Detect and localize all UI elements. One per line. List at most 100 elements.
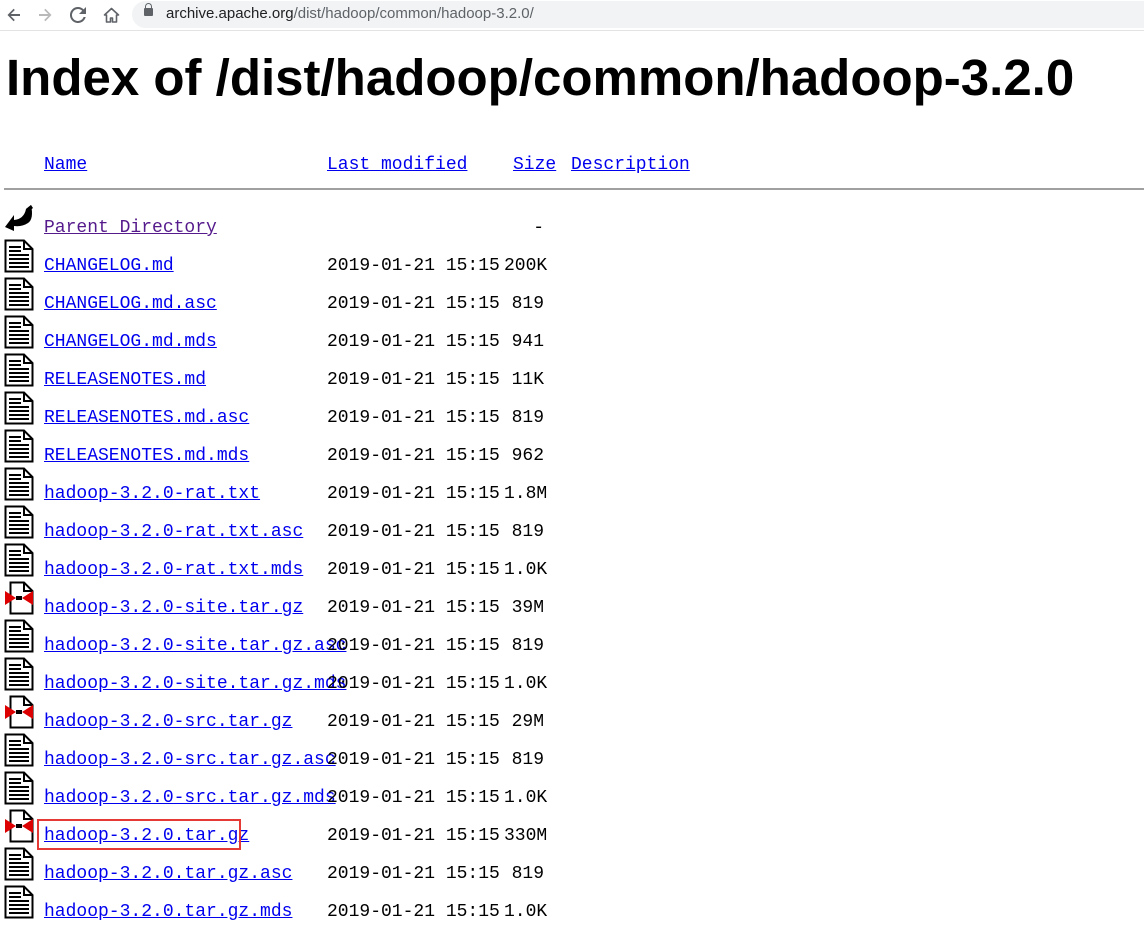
last-modified-cell: 2019-01-21 15:15 (327, 560, 500, 580)
last-modified-cell: 2019-01-21 15:15 (327, 674, 500, 694)
reload-icon[interactable] (66, 3, 90, 27)
last-modified-cell: 2019-01-21 15:15 (327, 446, 500, 466)
text-file-icon (4, 733, 34, 767)
text-file-icon (4, 315, 34, 349)
last-modified-cell: 2019-01-21 15:15 (327, 712, 500, 732)
file-link[interactable]: RELEASENOTES.md (44, 370, 206, 390)
archive-file-icon (4, 581, 34, 615)
size-cell: 1.0K (504, 674, 548, 694)
size-cell: 1.0K (504, 560, 548, 580)
last-modified-cell: 2019-01-21 15:15 (327, 826, 500, 846)
home-icon[interactable] (99, 3, 123, 27)
sort-by-size-link[interactable]: Size (513, 155, 556, 175)
size-cell: 962 (511, 446, 544, 466)
file-link[interactable]: CHANGELOG.md (44, 256, 174, 276)
text-file-icon (4, 885, 34, 919)
table-row: hadoop-3.2.0.tar.gz 2019-01-21 15:15 330M (0, 809, 700, 855)
text-file-icon (4, 429, 34, 463)
table-row: hadoop-3.2.0.tar.gz.mds 2019-01-21 15:15 1… (0, 885, 700, 931)
size-cell: 1.8M (504, 484, 548, 504)
text-file-icon (4, 467, 34, 501)
last-modified-cell: 2019-01-21 15:15 (327, 484, 500, 504)
table-row: CHANGELOG.md.mds 2019-01-21 15:15 941 (0, 315, 700, 361)
address-bar[interactable]: archive.apache.org/dist/hadoop/common/ha… (132, 1, 1144, 28)
sort-by-description-link[interactable]: Description (571, 155, 690, 175)
table-row: hadoop-3.2.0-src.tar.gz 2019-01-21 15:15 2… (0, 695, 700, 741)
file-link[interactable]: hadoop-3.2.0-rat.txt.mds (44, 560, 303, 580)
file-link[interactable]: hadoop-3.2.0.tar.gz (44, 826, 249, 846)
table-row: hadoop-3.2.0-rat.txt 2019-01-21 15:15 1.8M (0, 467, 700, 513)
url-text: archive.apache.org/dist/hadoop/common/ha… (166, 5, 534, 22)
size-cell: 819 (511, 864, 544, 884)
text-file-icon (4, 391, 34, 425)
file-link[interactable]: hadoop-3.2.0-rat.txt (44, 484, 260, 504)
size-cell: 819 (511, 522, 544, 542)
file-link[interactable]: hadoop-3.2.0-src.tar.gz.mds (44, 788, 336, 808)
sort-by-name-link[interactable]: Name (44, 155, 87, 175)
table-row: CHANGELOG.md.asc 2019-01-21 15:15 819 (0, 277, 700, 323)
last-modified-cell: 2019-01-21 15:15 (327, 332, 500, 352)
file-link[interactable]: hadoop-3.2.0-site.tar.gz (44, 598, 303, 618)
table-header: Name Last modified Size Description (0, 155, 1144, 181)
table-row: hadoop-3.2.0.tar.gz.asc 2019-01-21 15:15 8… (0, 847, 700, 893)
size-cell: 11K (511, 370, 544, 390)
text-file-icon (4, 505, 34, 539)
file-link[interactable]: hadoop-3.2.0-site.tar.gz.asc (44, 636, 346, 656)
parent-directory-link[interactable]: Parent Directory (44, 218, 217, 238)
table-row: RELEASENOTES.md.asc 2019-01-21 15:15 819 (0, 391, 700, 437)
last-modified-cell: 2019-01-21 15:15 (327, 750, 500, 770)
back-arrow-icon[interactable] (2, 3, 26, 27)
file-link[interactable]: hadoop-3.2.0.tar.gz.mds (44, 902, 292, 922)
table-row: hadoop-3.2.0-site.tar.gz 2019-01-21 15:15… (0, 581, 700, 627)
last-modified-cell: 2019-01-21 15:15 (327, 788, 500, 808)
last-modified-cell: 2019-01-21 15:15 (327, 256, 500, 276)
size-cell: 819 (511, 294, 544, 314)
text-file-icon (4, 543, 34, 577)
file-link[interactable]: hadoop-3.2.0-src.tar.gz.asc (44, 750, 336, 770)
file-link[interactable]: RELEASENOTES.md.asc (44, 408, 249, 428)
text-file-icon (4, 239, 34, 273)
file-link[interactable]: hadoop-3.2.0-src.tar.gz (44, 712, 292, 732)
last-modified-cell: 2019-01-21 15:15 (327, 598, 500, 618)
table-row: hadoop-3.2.0-rat.txt.mds 2019-01-21 15:15… (0, 543, 700, 589)
size-cell: 1.0K (504, 788, 548, 808)
text-file-icon (4, 847, 34, 881)
file-link[interactable]: CHANGELOG.md.asc (44, 294, 217, 314)
text-file-icon (4, 619, 34, 653)
url-path: /dist/hadoop/common/hadoop-3.2.0/ (293, 5, 534, 22)
last-modified-cell: 2019-01-21 15:15 (327, 408, 500, 428)
page-title: Index of /dist/hadoop/common/hadoop-3.2.… (6, 49, 1075, 106)
last-modified-cell: 2019-01-21 15:15 (327, 902, 500, 922)
sort-by-last-modified-link[interactable]: Last modified (327, 155, 467, 175)
table-row: RELEASENOTES.md 2019-01-21 15:15 11K (0, 353, 700, 399)
size-cell: 819 (511, 408, 544, 428)
size-cell: 819 (511, 750, 544, 770)
file-link[interactable]: hadoop-3.2.0-site.tar.gz.mds (44, 674, 346, 694)
forward-arrow-icon[interactable] (33, 3, 57, 27)
archive-file-icon (4, 695, 34, 729)
browser-toolbar: archive.apache.org/dist/hadoop/common/ha… (0, 0, 1144, 31)
table-row: hadoop-3.2.0-site.tar.gz.asc 2019-01-21 1… (0, 619, 700, 665)
last-modified-cell: 2019-01-21 15:15 (327, 636, 500, 656)
file-link[interactable]: hadoop-3.2.0.tar.gz.asc (44, 864, 292, 884)
table-row: CHANGELOG.md 2019-01-21 15:15 200K (0, 239, 700, 285)
file-link[interactable]: CHANGELOG.md.mds (44, 332, 217, 352)
lock-icon (144, 3, 153, 16)
file-link[interactable]: hadoop-3.2.0-rat.txt.asc (44, 522, 303, 542)
archive-file-icon (4, 809, 34, 843)
table-row: hadoop-3.2.0-src.tar.gz.mds 2019-01-21 15… (0, 771, 700, 817)
table-row: Parent Directory - (0, 205, 700, 247)
url-host: archive.apache.org (166, 5, 294, 22)
text-file-icon (4, 353, 34, 387)
size-cell: 1.0K (504, 902, 548, 922)
table-row: hadoop-3.2.0-src.tar.gz.asc 2019-01-21 15… (0, 733, 700, 779)
last-modified-cell: 2019-01-21 15:15 (327, 370, 500, 390)
size-cell: 200K (504, 256, 548, 276)
file-link[interactable]: RELEASENOTES.md.mds (44, 446, 249, 466)
last-modified-cell: 2019-01-21 15:15 (327, 294, 500, 314)
size-cell: 330M (504, 826, 548, 846)
size-cell: 39M (511, 598, 544, 618)
size-cell: - (533, 218, 544, 238)
last-modified-cell: 2019-01-21 15:15 (327, 522, 500, 542)
last-modified-cell: 2019-01-21 15:15 (327, 864, 500, 884)
